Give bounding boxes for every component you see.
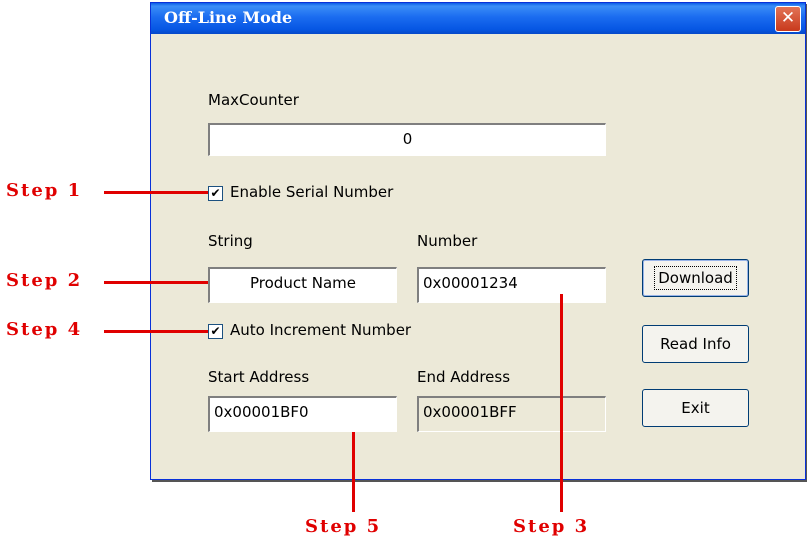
end-address-label: End Address xyxy=(417,368,511,386)
max-counter-label: MaxCounter xyxy=(208,91,299,109)
close-icon[interactable]: ✕ xyxy=(775,6,801,32)
step-2-line xyxy=(104,281,208,284)
end-address-field: 0x00001BFF xyxy=(417,396,606,432)
step-5-line xyxy=(352,432,355,512)
auto-increment-checkbox[interactable]: ✔ xyxy=(208,324,223,339)
number-label: Number xyxy=(417,232,478,250)
step-5-annotation: Step 5 xyxy=(305,516,382,537)
window-title: Off-Line Mode xyxy=(164,8,293,27)
max-counter-field[interactable]: 0 xyxy=(208,123,606,156)
enable-serial-label: Enable Serial Number xyxy=(230,183,394,201)
title-bar: Off-Line Mode ✕ xyxy=(151,3,805,34)
step-4-annotation: Step 4 xyxy=(6,319,83,340)
read-info-button[interactable]: Read Info xyxy=(642,325,749,363)
step-1-annotation: Step 1 xyxy=(6,180,83,201)
step-4-line xyxy=(104,330,208,333)
step-3-line xyxy=(560,294,563,512)
download-button-label: Download xyxy=(654,266,737,290)
string-field[interactable]: Product Name xyxy=(208,267,397,303)
auto-increment-label: Auto Increment Number xyxy=(230,321,412,339)
start-address-label: Start Address xyxy=(208,368,310,386)
step-3-annotation: Step 3 xyxy=(513,516,590,537)
download-button[interactable]: Download xyxy=(642,259,749,297)
step-2-annotation: Step 2 xyxy=(6,270,83,291)
exit-button[interactable]: Exit xyxy=(642,389,749,427)
string-label: String xyxy=(208,232,253,250)
enable-serial-checkbox[interactable]: ✔ xyxy=(208,186,223,201)
number-field[interactable]: 0x00001234 xyxy=(417,267,606,303)
off-line-mode-dialog: Off-Line Mode ✕ MaxCounter 0 ✔ Enable Se… xyxy=(150,2,806,480)
step-1-line xyxy=(104,191,208,194)
start-address-field[interactable]: 0x00001BF0 xyxy=(208,396,397,432)
